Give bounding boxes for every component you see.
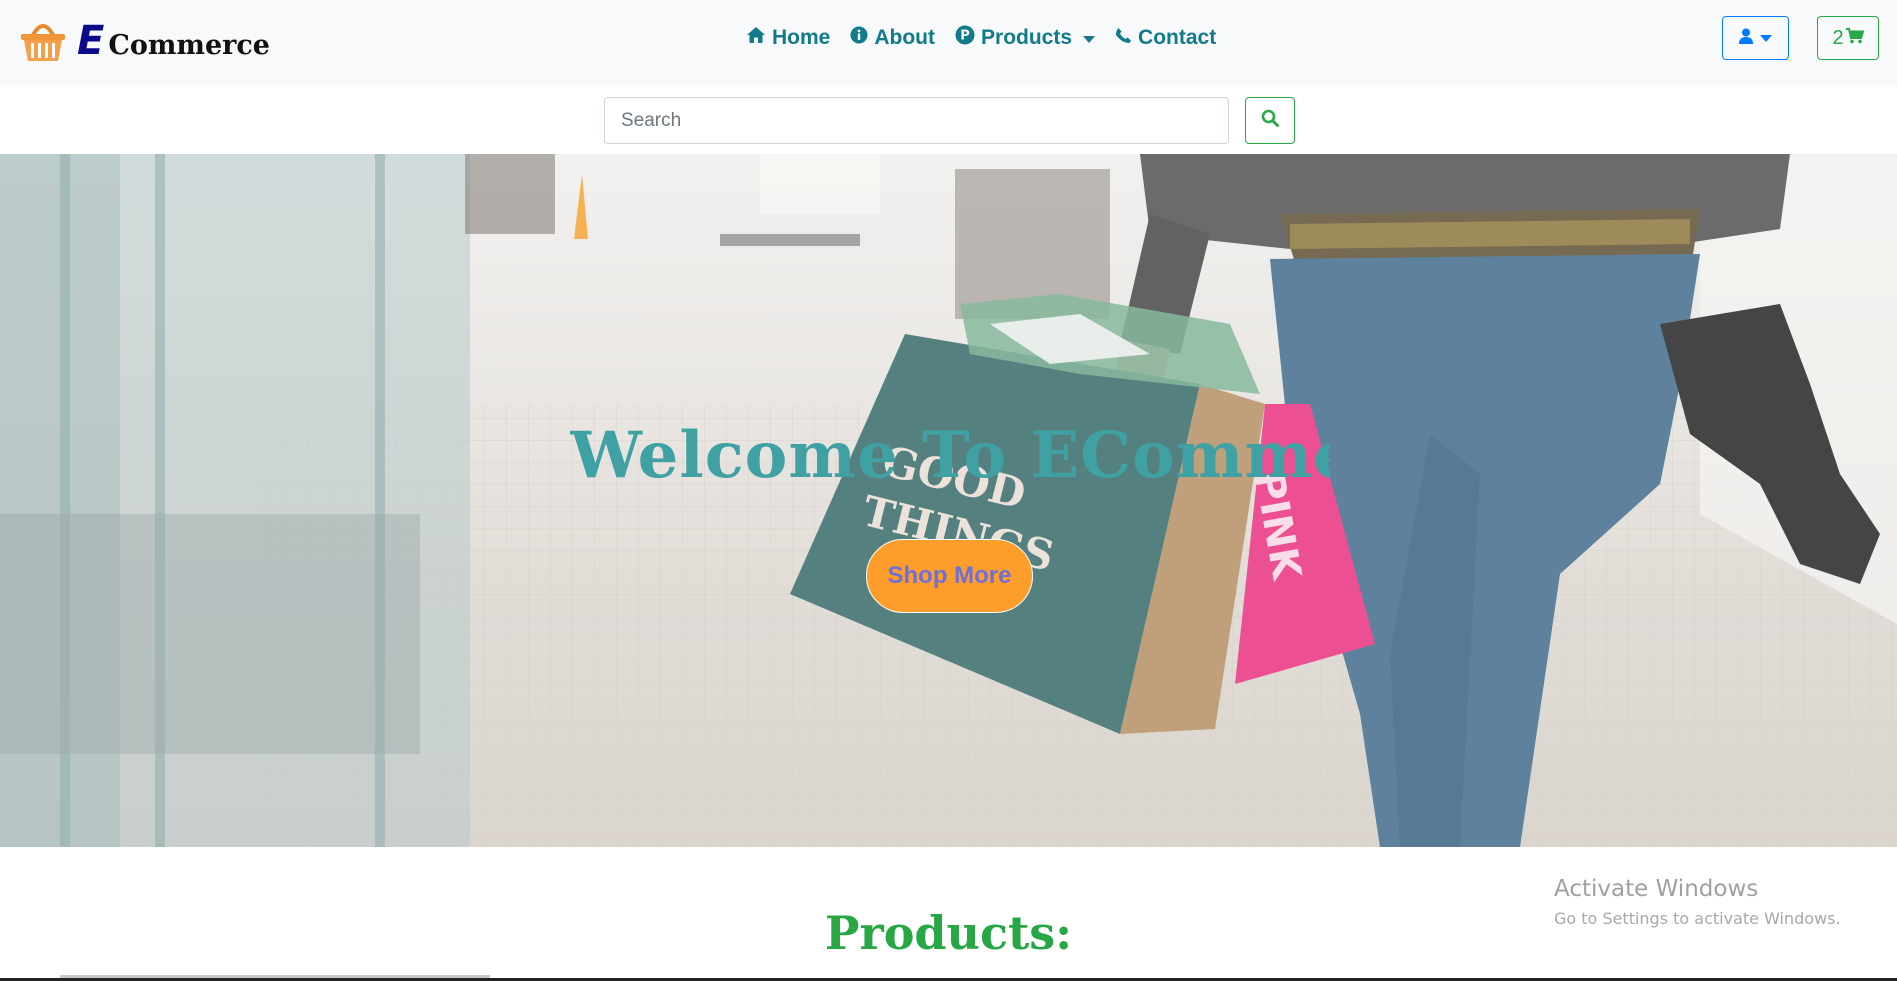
user-menu-button[interactable]	[1722, 16, 1789, 60]
brand-initial: E	[77, 18, 105, 64]
product-card-edge	[60, 975, 490, 978]
basket-icon	[19, 19, 67, 63]
user-icon	[1739, 28, 1753, 49]
nav-products[interactable]: P Products	[955, 25, 1096, 51]
activate-windows-subtitle: Go to Settings to activate Windows.	[1554, 909, 1841, 928]
nav-contact-label: Contact	[1138, 26, 1217, 49]
chevron-down-icon	[1083, 35, 1096, 43]
nav-about[interactable]: About	[850, 26, 935, 50]
hero-banner: GOOD THINGS PINK Welcome To EComme Shop …	[0, 154, 1897, 847]
search-input[interactable]	[604, 97, 1229, 144]
svg-text:P: P	[960, 29, 970, 44]
p-circle-icon: P	[955, 25, 981, 51]
cart-icon	[1844, 27, 1864, 50]
search-icon	[1261, 109, 1279, 132]
activate-windows-title: Activate Windows	[1554, 876, 1759, 902]
cart-button[interactable]: 2	[1817, 16, 1879, 60]
hero-title: Welcome To EComme	[570, 418, 1330, 493]
hero-overlay	[0, 154, 1897, 847]
main-nav: Home About P Products Contact	[746, 24, 1236, 52]
brand-name: Commerce	[108, 30, 270, 61]
nav-home-label: Home	[772, 26, 831, 49]
nav-about-label: About	[874, 26, 936, 49]
nav-products-label: Products	[981, 26, 1073, 49]
nav-home[interactable]: Home	[746, 26, 830, 50]
shop-more-button[interactable]: Shop More	[866, 539, 1033, 613]
navbar: E Commerce Home About P Products Contact…	[0, 0, 1897, 87]
brand-logo[interactable]: E Commerce	[19, 16, 270, 66]
search-button[interactable]	[1245, 97, 1295, 144]
nav-contact[interactable]: Contact	[1115, 26, 1216, 50]
info-icon	[850, 26, 874, 50]
home-icon	[746, 26, 772, 50]
phone-icon	[1115, 26, 1138, 50]
cart-count: 2	[1832, 26, 1844, 49]
chevron-down-icon	[1760, 34, 1772, 42]
